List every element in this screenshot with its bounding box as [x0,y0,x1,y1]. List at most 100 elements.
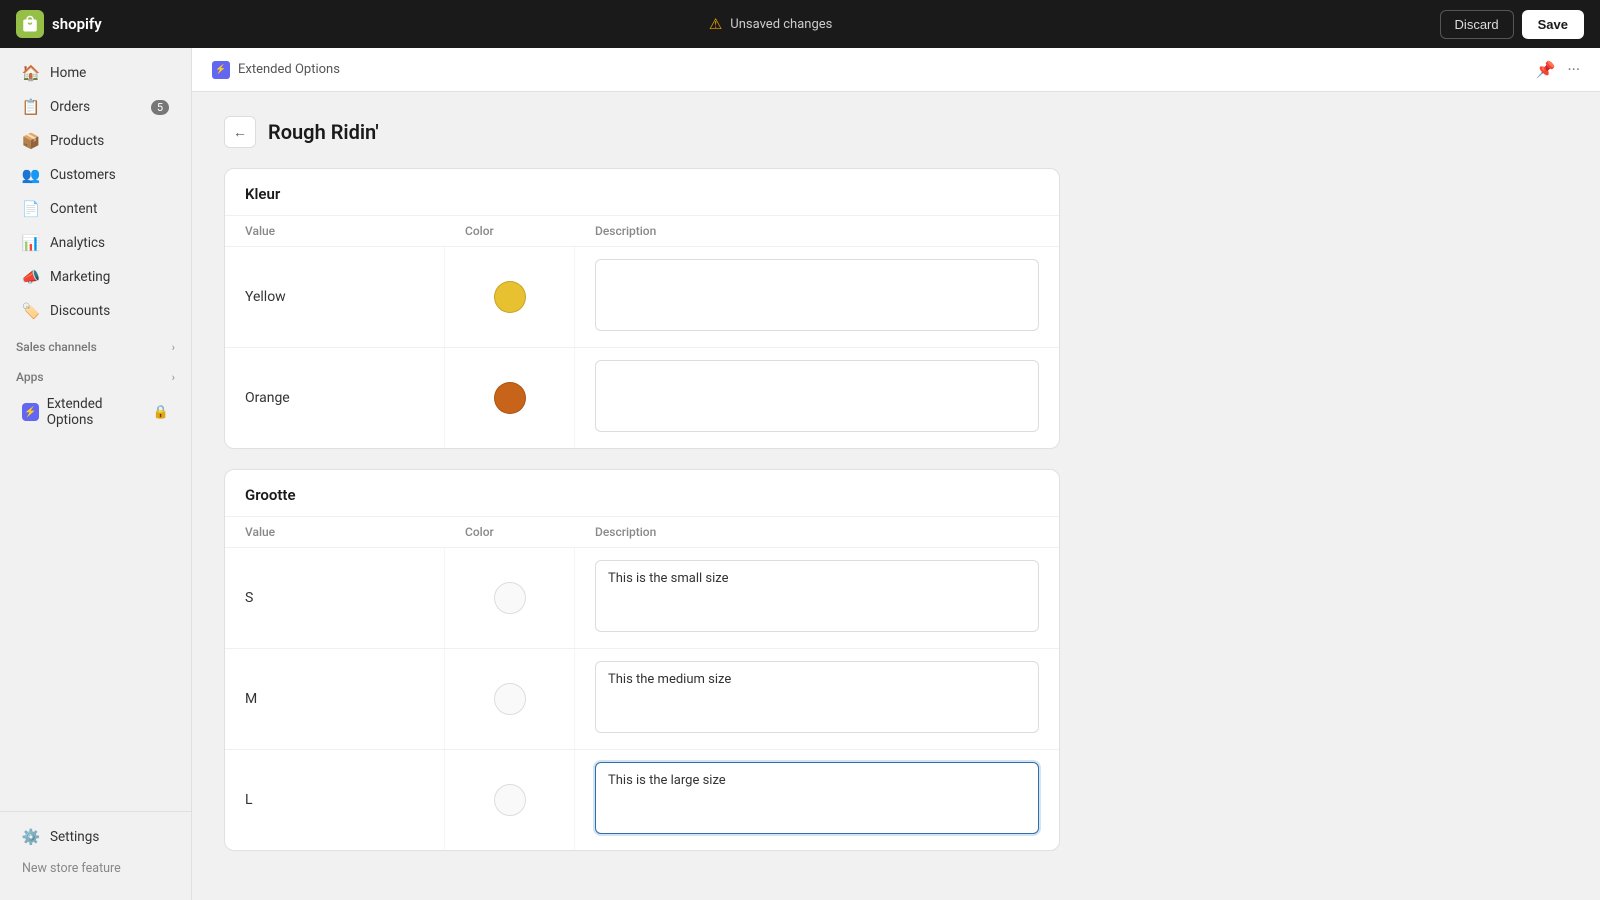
m-color-circle[interactable] [494,683,526,715]
grootte-desc-s: This is the small size [575,548,1059,648]
sidebar-item-label: Discounts [50,303,110,319]
page-header: ← Rough Ridin' [224,116,1060,148]
sidebar-item-extended-options[interactable]: ⚡ Extended Options 🔒 [6,389,185,435]
sidebar-item-label: Home [50,65,86,81]
grootte-row-m: M This the medium size [225,649,1059,750]
sidebar-item-products[interactable]: 📦 Products [6,125,185,157]
save-button[interactable]: Save [1522,10,1584,39]
back-button[interactable]: ← [224,116,256,148]
grootte-th-value: Value [245,525,465,539]
pin-icon[interactable]: 📌 [1536,60,1556,79]
unsaved-notice: ⚠ Unsaved changes [114,15,1428,33]
kleur-color-yellow[interactable] [445,247,575,347]
kleur-value-yellow: Yellow [225,247,445,347]
orders-badge: 5 [151,100,169,115]
sub-header-right: 📌 ··· [1536,60,1580,79]
back-icon: ← [233,124,247,140]
sales-channels-section: Sales channels › [0,328,191,358]
analytics-icon: 📊 [22,234,40,252]
topbar-actions: Discard Save [1440,10,1584,39]
kleur-color-orange[interactable] [445,348,575,448]
content-area: ⚡ Extended Options 📌 ··· ← Rough Ridin' … [192,48,1600,900]
logo[interactable]: shopify [16,10,102,38]
shopify-bag-icon [16,10,44,38]
sidebar-item-customers[interactable]: 👥 Customers [6,159,185,191]
kleur-card-header: Kleur [225,169,1059,216]
sidebar-item-label: Settings [50,829,99,845]
kleur-desc-orange [575,348,1059,448]
sub-header-left: ⚡ Extended Options [212,61,340,79]
unsaved-label: Unsaved changes [730,17,832,32]
main-layout: 🏠 Home 📋 Orders 5 📦 Products 👥 Customers… [0,48,1600,900]
new-store-label: New store feature [22,861,121,876]
settings-icon: ⚙️ [22,828,40,846]
sub-header: ⚡ Extended Options 📌 ··· [192,48,1600,92]
extended-options-label: Extended Options [47,396,145,428]
sidebar-item-home[interactable]: 🏠 Home [6,57,185,89]
content-icon: 📄 [22,200,40,218]
s-color-circle[interactable] [494,582,526,614]
orders-icon: 📋 [22,98,40,116]
grootte-desc-textarea-s[interactable]: This is the small size [595,560,1039,632]
kleur-th-desc: Description [595,224,1039,238]
sidebar-item-new-store[interactable]: New store feature [6,854,185,883]
kleur-row-orange: Orange [225,348,1059,448]
sidebar-item-orders[interactable]: 📋 Orders 5 [6,91,185,123]
kleur-desc-textarea-yellow[interactable] [595,259,1039,331]
sidebar-item-label: Analytics [50,235,105,251]
kleur-th-color: Color [465,224,595,238]
grootte-th-desc: Description [595,525,1039,539]
customers-icon: 👥 [22,166,40,184]
home-icon: 🏠 [22,64,40,82]
grootte-desc-m: This the medium size [575,649,1059,749]
warning-icon: ⚠ [709,15,722,33]
kleur-value-orange: Orange [225,348,445,448]
chevron-right-icon: › [172,371,175,384]
grootte-desc-textarea-l[interactable]: This is the large size [595,762,1039,834]
grootte-value-m: M [225,649,445,749]
sidebar-item-label: Content [50,201,97,217]
chevron-right-icon: › [172,341,175,354]
yellow-color-circle[interactable] [494,281,526,313]
sidebar-item-discounts[interactable]: 🏷️ Discounts [6,295,185,327]
kleur-table-header: Value Color Description [225,216,1059,247]
discard-button[interactable]: Discard [1440,10,1514,39]
sidebar-item-marketing[interactable]: 📣 Marketing [6,261,185,293]
kleur-desc-yellow [575,247,1059,347]
orange-color-circle[interactable] [494,382,526,414]
sidebar-item-label: Customers [50,167,116,183]
kleur-th-value: Value [245,224,465,238]
sidebar-item-content[interactable]: 📄 Content [6,193,185,225]
discounts-icon: 🏷️ [22,302,40,320]
grootte-card-header: Grootte [225,470,1059,517]
kleur-desc-textarea-orange[interactable] [595,360,1039,432]
grootte-card: Grootte Value Color Description S This i [224,469,1060,851]
l-color-circle[interactable] [494,784,526,816]
sidebar-item-analytics[interactable]: 📊 Analytics [6,227,185,259]
bag-svg [21,15,39,33]
lock-icon: 🔒 [153,405,169,420]
grootte-color-s[interactable] [445,548,575,648]
grootte-table-header: Value Color Description [225,517,1059,548]
main-content: ← Rough Ridin' Kleur Value Color Descrip… [192,92,1092,895]
sidebar: 🏠 Home 📋 Orders 5 📦 Products 👥 Customers… [0,48,192,900]
grootte-color-l[interactable] [445,750,575,850]
kleur-card: Kleur Value Color Description Yellow [224,168,1060,449]
extended-options-sub-icon: ⚡ [212,61,230,79]
sidebar-item-label: Orders [50,99,90,115]
sidebar-bottom: ⚙️ Settings New store feature [0,811,191,892]
grootte-value-l: L [225,750,445,850]
sidebar-item-settings[interactable]: ⚙️ Settings [6,821,185,853]
apps-section: Apps › [0,358,191,388]
marketing-icon: 📣 [22,268,40,286]
extended-options-icon: ⚡ [22,403,39,421]
more-options-icon[interactable]: ··· [1567,60,1580,79]
sidebar-item-label: Products [50,133,104,149]
grootte-color-m[interactable] [445,649,575,749]
grootte-row-l: L This is the large size [225,750,1059,850]
logo-text: shopify [52,15,102,33]
grootte-desc-l: This is the large size [575,750,1059,850]
sub-header-app-name: Extended Options [238,62,340,77]
products-icon: 📦 [22,132,40,150]
grootte-desc-textarea-m[interactable]: This the medium size [595,661,1039,733]
